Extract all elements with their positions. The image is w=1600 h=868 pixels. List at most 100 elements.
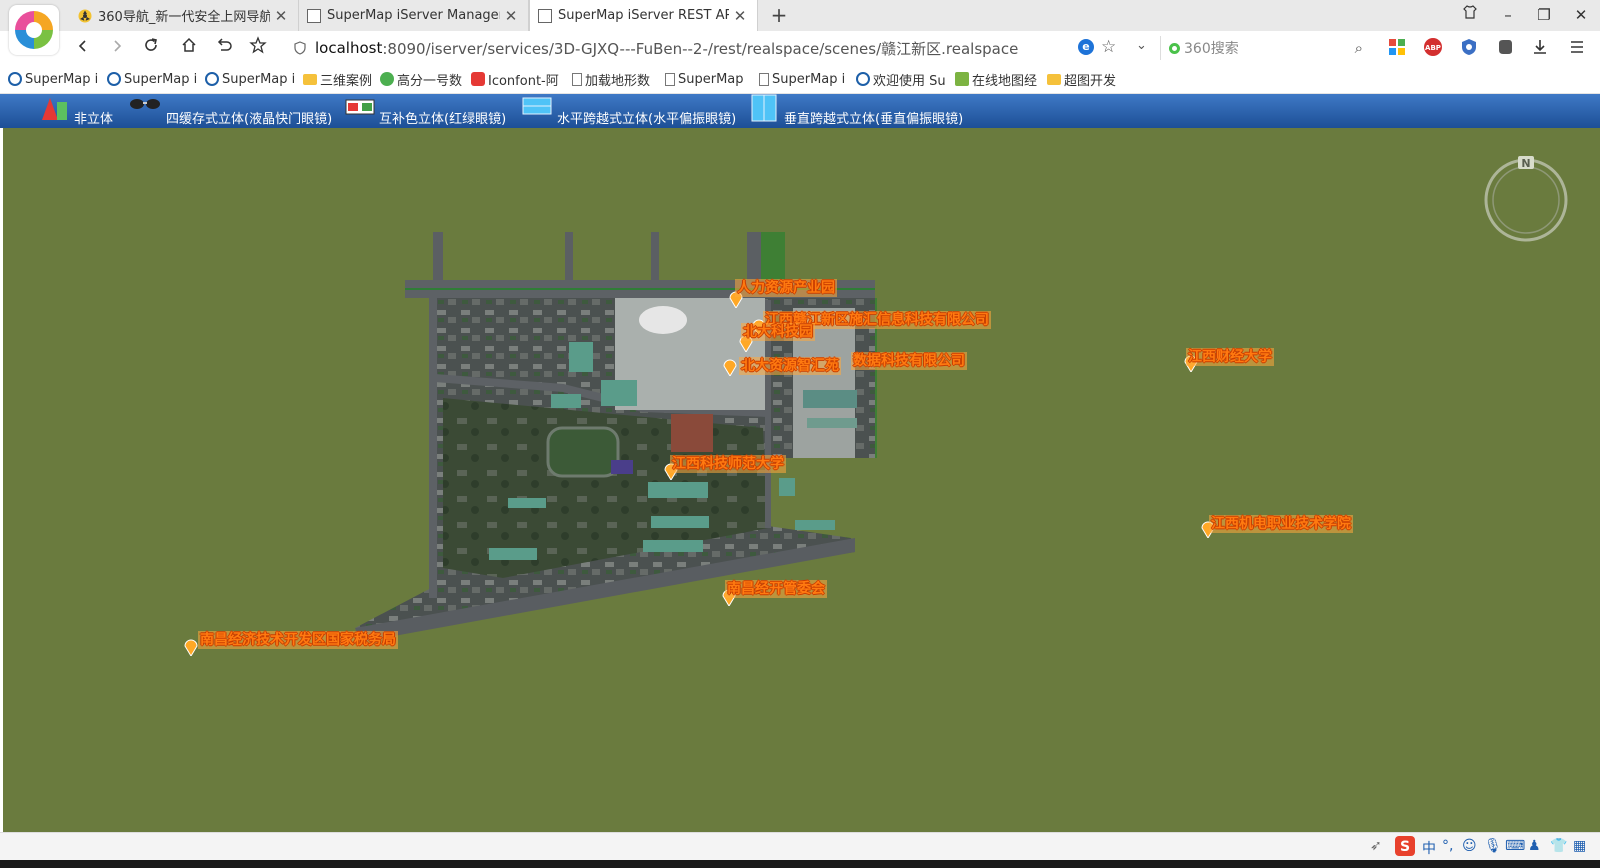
- scene-terrain: [355, 232, 877, 642]
- back-button[interactable]: [70, 36, 96, 60]
- menu-icon[interactable]: [1567, 37, 1587, 57]
- app-grid-icon[interactable]: [1387, 37, 1407, 57]
- poi-label[interactable]: 人力资源产业园: [735, 279, 837, 297]
- bookmark-supermap-5[interactable]: SuperMap i: [759, 70, 845, 88]
- realspace-3d-scene[interactable]: 人力资源产业园 江西赣江新区施汇信息科技有限公司 北大科技园 北大资源智汇苑 数…: [3, 128, 1600, 832]
- bookmark-welcome[interactable]: 欢迎使用 Su: [856, 70, 946, 89]
- minimize-button[interactable]: –: [1496, 4, 1520, 26]
- shield-extension-icon[interactable]: [1459, 37, 1479, 57]
- map-pin-icon: [184, 639, 198, 656]
- anaglyph-glasses-icon: [345, 99, 375, 115]
- poi-label[interactable]: 江西科技师范大学: [670, 455, 786, 473]
- tab-close-icon[interactable]: ✕: [500, 7, 522, 25]
- evernote-elephant-icon[interactable]: [1495, 37, 1515, 57]
- tab-close-icon[interactable]: ✕: [270, 7, 292, 25]
- document-icon: [538, 8, 552, 23]
- compass-north-label: N: [1521, 157, 1530, 170]
- bookmark-label: 欢迎使用 Su: [873, 73, 946, 89]
- bookmark-supermap-1[interactable]: SuperMap i: [8, 70, 98, 88]
- compass-navigation-icon[interactable]: N: [1482, 156, 1570, 244]
- bookmark-supermap-3[interactable]: SuperMap i: [205, 70, 295, 88]
- iconfont-icon: [471, 72, 485, 86]
- 360-search-logo-icon: [1169, 42, 1180, 54]
- search-icon[interactable]: ⌕: [1355, 39, 1363, 57]
- shutter-glasses-icon: [130, 99, 160, 109]
- poi-label[interactable]: 江西财经大学: [1186, 348, 1274, 366]
- supermap-icon: [107, 72, 121, 86]
- supermap-icon: [856, 72, 870, 86]
- bookmark-label: SuperMap i: [25, 71, 99, 87]
- bookmark-label: 超图开发: [1064, 73, 1117, 89]
- bookmark-supermap-2[interactable]: SuperMap i: [107, 70, 197, 88]
- file-icon: [665, 72, 675, 86]
- tab-360-nav[interactable]: 360导航_新一代安全上网导航 ✕: [70, 0, 299, 31]
- tab-iserver-rest-api[interactable]: SuperMap iServer REST API ✕: [529, 0, 758, 31]
- keyboard-icon[interactable]: ⌨: [1505, 838, 1525, 854]
- download-icon[interactable]: [1530, 37, 1550, 57]
- url-path: :8090/iserver/services/3D-GJXQ---FuBen--…: [382, 39, 1019, 58]
- chevron-down-icon[interactable]: ⌄: [1136, 38, 1147, 53]
- bookmark-label: 加载地形数: [585, 73, 651, 89]
- adblock-icon[interactable]: ABP: [1423, 37, 1443, 57]
- undo-close-button[interactable]: [211, 36, 237, 60]
- bookmark-gf1[interactable]: 高分一号数: [380, 70, 462, 89]
- poi-label[interactable]: 北大科技园: [741, 323, 815, 341]
- tab-close-icon[interactable]: ✕: [729, 7, 751, 25]
- bookmark-terrain[interactable]: 加载地形数: [572, 70, 651, 89]
- 360-browser-logo-icon[interactable]: [9, 5, 59, 55]
- folder-icon: [303, 73, 317, 85]
- punctuation-icon[interactable]: °,: [1442, 838, 1453, 854]
- address-bar[interactable]: localhost:8090/iserver/services/3D-GJXQ-…: [293, 35, 1126, 61]
- bookmarks-bar: SuperMap i SuperMap i SuperMap i 三维案例 高分…: [0, 65, 1600, 94]
- radiation-icon: [78, 9, 92, 22]
- microphone-icon[interactable]: 🎙: [1484, 838, 1502, 854]
- skin-shirt-icon[interactable]: [1458, 4, 1482, 26]
- bookmark-label: SuperMap: [678, 71, 744, 87]
- stereo-mode-mono[interactable]: 非立体: [38, 94, 118, 128]
- bookmark-star-icon[interactable]: ☆: [1101, 37, 1116, 57]
- globe-icon: [380, 72, 394, 86]
- bookmark-supermap-4[interactable]: SuperMap: [665, 70, 744, 88]
- close-window-button[interactable]: ✕: [1569, 4, 1593, 26]
- reload-button[interactable]: [138, 36, 164, 60]
- os-taskbar: [0, 860, 1600, 868]
- tab-iserver-manager[interactable]: SuperMap iServer Manager ✕: [299, 0, 529, 31]
- rocket-icon[interactable]: ➶: [1370, 838, 1382, 854]
- bookmark-iconfont[interactable]: Iconfont-阿: [471, 70, 559, 89]
- emoji-icon[interactable]: ☺: [1462, 838, 1477, 854]
- security-shield-icon[interactable]: [293, 41, 307, 55]
- poi-label[interactable]: 南昌经开管委会: [725, 580, 827, 598]
- mono-cone-icon: [42, 98, 67, 120]
- skin-shirt-icon[interactable]: 👕: [1550, 838, 1567, 854]
- poi-label[interactable]: 江西机电职业技术学院: [1209, 515, 1353, 533]
- document-icon: [307, 8, 321, 23]
- user-icon[interactable]: ♟: [1528, 838, 1541, 854]
- svg-text:S: S: [1400, 839, 1410, 855]
- new-tab-button[interactable]: +: [767, 3, 791, 27]
- stereo-label: 互补色立体(红绿眼镜): [379, 112, 507, 127]
- toolbox-grid-icon[interactable]: ▦: [1573, 838, 1586, 854]
- bookmark-supermap-dev[interactable]: 超图开发: [1047, 70, 1117, 89]
- poi-label[interactable]: 北大资源智汇苑: [739, 357, 841, 375]
- stereo-mode-vertical-interlace[interactable]: 垂直跨越式立体(垂直偏振眼镜): [750, 94, 965, 128]
- restore-button[interactable]: ❐: [1532, 4, 1556, 26]
- svg-text:ABP: ABP: [1425, 44, 1441, 52]
- forward-button[interactable]: [104, 36, 130, 60]
- search-box[interactable]: 360搜索 ⌕: [1160, 36, 1369, 60]
- tab-title: 360导航_新一代安全上网导航: [98, 10, 270, 25]
- url-host: localhost: [315, 39, 383, 57]
- supermap-icon: [8, 72, 22, 86]
- stereo-mode-anaglyph[interactable]: 互补色立体(红绿眼镜): [343, 94, 508, 128]
- home-button[interactable]: [176, 36, 202, 60]
- bookmark-online-map[interactable]: 在线地图经: [955, 70, 1037, 89]
- ime-mode[interactable]: 中: [1422, 838, 1436, 858]
- map-pin-icon: [723, 359, 737, 376]
- stereo-mode-quad-buffer[interactable]: 四缓存式立体(液晶快门眼镜): [126, 94, 332, 128]
- poi-label[interactable]: 数据科技有限公司: [851, 352, 967, 370]
- sogou-ime-icon[interactable]: S: [1394, 835, 1416, 861]
- bookmark-3d-cases[interactable]: 三维案例: [303, 70, 372, 89]
- poi-label[interactable]: 南昌经济技术开发区国家税务局: [198, 631, 398, 649]
- stereo-mode-horizontal-interlace[interactable]: 水平跨越式立体(水平偏振眼镜): [521, 94, 736, 128]
- favorite-star-icon[interactable]: [245, 36, 271, 60]
- ie-compat-mode-icon[interactable]: e: [1078, 39, 1094, 55]
